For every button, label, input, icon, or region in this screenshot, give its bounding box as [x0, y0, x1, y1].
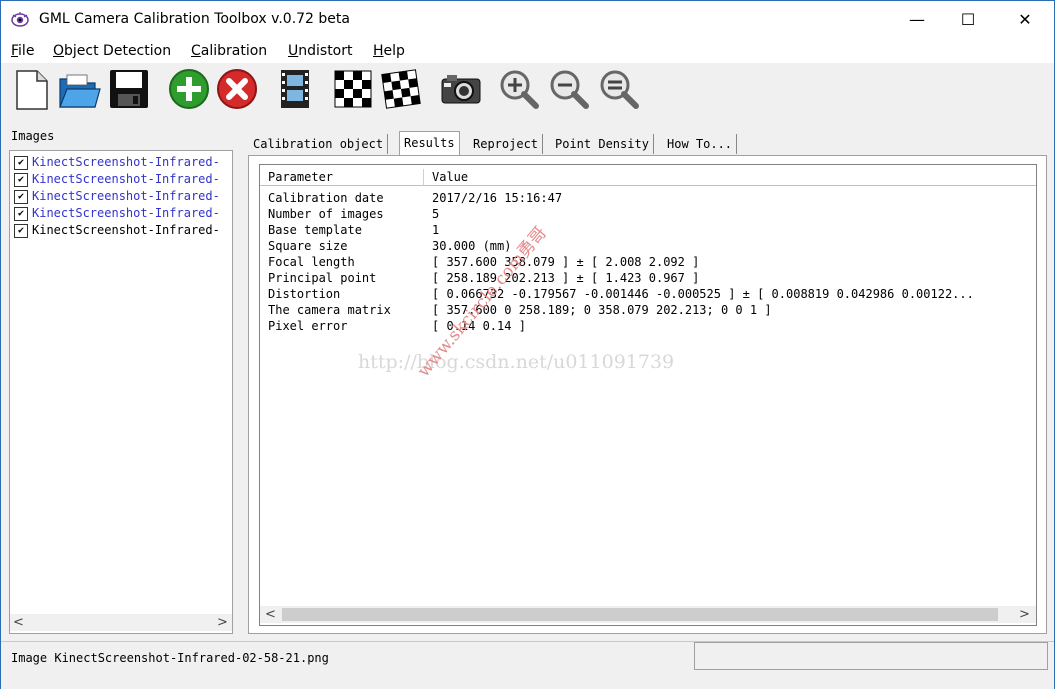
maximize-button[interactable]: ☐ — [945, 1, 991, 37]
scroll-right-arrow[interactable]: > — [214, 614, 231, 631]
tab-reproject[interactable]: Reproject — [469, 134, 544, 154]
image-list-scrollbar[interactable]: < > — [10, 614, 232, 631]
param-name: Number of images — [268, 207, 384, 221]
menu-help[interactable]: Help — [373, 43, 405, 59]
param-value: 2017/2/16 15:16:47 — [432, 191, 563, 205]
param-name: Focal length — [268, 255, 355, 269]
param-name: Principal point — [268, 271, 377, 285]
image-list[interactable]: ✔ KinectScreenshot-Infrared- ✔ KinectScr… — [9, 150, 233, 634]
param-value: 30.000 (mm) — [432, 239, 512, 253]
param-value: [ 258.189 202.213 ] ± [ 1.423 0.967 ] — [432, 271, 700, 285]
camera-icon[interactable] — [439, 67, 483, 111]
param-name: Distortion — [268, 287, 341, 301]
checkbox[interactable]: ✔ — [14, 207, 28, 221]
param-name: The camera matrix — [268, 303, 391, 317]
list-item[interactable]: ✔ KinectScreenshot-Infrared- — [14, 154, 232, 171]
tab-point-density[interactable]: Point Density — [551, 134, 654, 154]
menu-calibration[interactable]: Calibration — [191, 43, 267, 59]
zoom-out-icon[interactable] — [547, 67, 591, 111]
param-value: 1 — [432, 223, 440, 237]
scroll-right-arrow[interactable]: > — [1016, 606, 1033, 623]
minimize-icon: — — [909, 9, 925, 29]
image-filename: KinectScreenshot-Infrared- — [32, 206, 220, 220]
app-window: GML Camera Calibration Toolbox v.0.72 be… — [0, 0, 1055, 689]
menu-file[interactable]: File — [11, 43, 34, 59]
watermark-url: http://blog.csdn.net/u011091739 — [358, 351, 675, 373]
results-panel: Parameter Value Calibration date 2017/2/… — [248, 155, 1047, 634]
param-name: Base template — [268, 223, 362, 237]
new-file-icon[interactable] — [9, 67, 53, 111]
status-panel — [694, 642, 1048, 670]
chessboard-detect-icon[interactable] — [379, 67, 423, 111]
app-eye-icon — [11, 12, 29, 27]
param-value: [ 357.600 358.079 ] ± [ 2.008 2.092 ] — [432, 255, 700, 269]
maximize-icon: ☐ — [960, 9, 976, 29]
toolbar — [1, 63, 1054, 117]
title-bar: GML Camera Calibration Toolbox v.0.72 be… — [1, 1, 1054, 39]
checkbox[interactable]: ✔ — [14, 156, 28, 170]
zoom-in-icon[interactable] — [497, 67, 541, 111]
param-name: Calibration date — [268, 191, 384, 205]
param-value: 5 — [432, 207, 440, 221]
close-window-button[interactable]: ✕ — [1002, 1, 1048, 37]
remove-icon[interactable] — [215, 67, 259, 111]
film-icon[interactable] — [273, 67, 317, 111]
tab-calibration-object[interactable]: Calibration object — [249, 134, 389, 154]
list-item[interactable]: ✔ KinectScreenshot-Infrared- — [14, 188, 232, 205]
add-icon[interactable] — [167, 67, 211, 111]
minimize-button[interactable]: — — [894, 1, 940, 37]
param-value: [ 0.066732 -0.179567 -0.001446 -0.000525… — [432, 287, 974, 301]
param-name: Pixel error — [268, 319, 348, 333]
chessboard-icon[interactable] — [331, 67, 375, 111]
results-table: Parameter Value Calibration date 2017/2/… — [260, 165, 1036, 595]
list-item[interactable]: ✔ KinectScreenshot-Infrared- — [14, 205, 232, 222]
checkbox[interactable]: ✔ — [14, 190, 28, 204]
checkbox[interactable]: ✔ — [14, 173, 28, 187]
checkbox[interactable]: ✔ — [14, 224, 28, 238]
column-header-parameter[interactable]: Parameter — [260, 169, 424, 186]
list-item[interactable]: ✔ KinectScreenshot-Infrared- — [14, 222, 232, 239]
status-bar: Image KinectScreenshot-Infrared-02-58-21… — [1, 641, 1054, 689]
list-item[interactable]: ✔ KinectScreenshot-Infrared- — [14, 171, 232, 188]
menu-object-detection[interactable]: Object Detection — [53, 43, 171, 59]
window-title: GML Camera Calibration Toolbox v.0.72 be… — [39, 11, 350, 27]
zoom-fit-icon[interactable] — [597, 67, 641, 111]
scroll-left-arrow[interactable]: < — [262, 606, 279, 623]
column-header-value[interactable]: Value — [424, 169, 1036, 186]
scroll-left-arrow[interactable]: < — [10, 614, 27, 631]
image-filename: KinectScreenshot-Infrared- — [32, 189, 220, 203]
image-filename: KinectScreenshot-Infrared- — [32, 172, 220, 186]
results-frame: Parameter Value Calibration date 2017/2/… — [259, 164, 1037, 626]
menu-bar: File Object Detection Calibration Undist… — [1, 39, 1054, 63]
tab-results[interactable]: Results — [399, 131, 460, 156]
save-icon[interactable] — [107, 67, 151, 111]
open-folder-icon[interactable] — [57, 67, 101, 111]
close-icon: ✕ — [1018, 9, 1032, 29]
menu-undistort[interactable]: Undistort — [288, 43, 353, 59]
image-filename: KinectScreenshot-Infrared- — [32, 223, 220, 237]
image-filename: KinectScreenshot-Infrared- — [32, 155, 220, 169]
param-name: Square size — [268, 239, 348, 253]
images-label: Images — [11, 129, 55, 143]
scrollbar-thumb[interactable] — [282, 608, 998, 621]
results-scrollbar[interactable]: < > — [260, 606, 1036, 623]
status-text: Image KinectScreenshot-Infrared-02-58-21… — [11, 651, 329, 665]
tab-how-to[interactable]: How To... — [663, 134, 738, 154]
